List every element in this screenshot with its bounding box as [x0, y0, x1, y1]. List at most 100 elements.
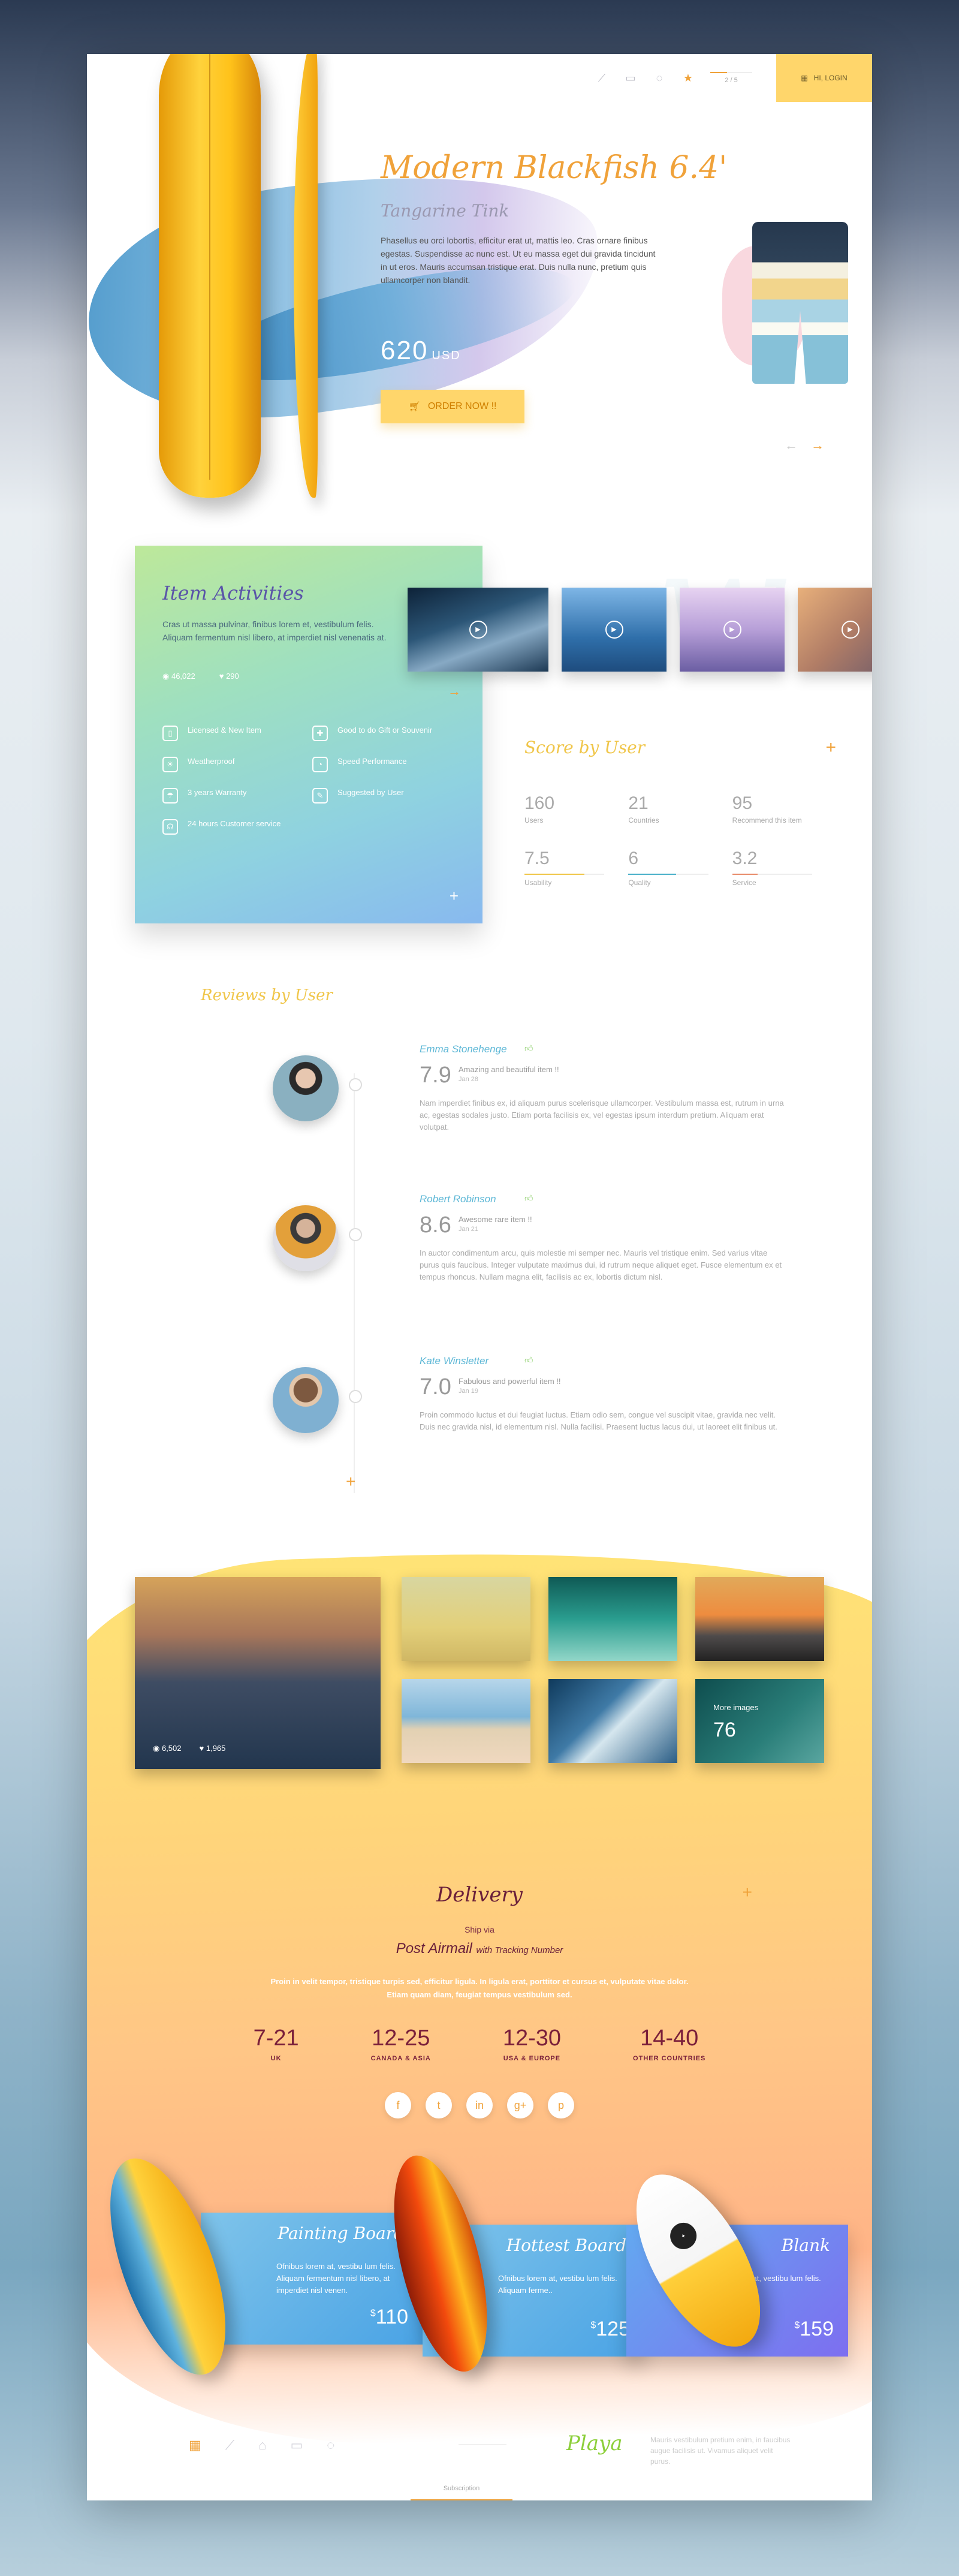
price-value: 620 — [381, 336, 429, 365]
feature-item: ◔ Speed Performance — [312, 757, 450, 772]
chart-icon[interactable]: ⟋ — [595, 71, 608, 85]
product-card-painting-board[interactable]: Painting Board Ofnibus lorem at, vestibu… — [201, 2213, 423, 2345]
google-plus-icon[interactable]: g+ — [507, 2092, 533, 2118]
activities-stats: ◉ 46,022 ♥ 290 — [162, 672, 239, 681]
score-stat: 160 Users — [524, 793, 628, 824]
product-price: $159 — [794, 2318, 834, 2340]
gallery-image[interactable] — [402, 1577, 530, 1661]
feature-item: ✚ Good to do Gift or Souvenir — [312, 726, 450, 741]
footer: ▦ ⟋ ⌂ ▭ ◌ Playa Mauris vestibulum pretiu… — [87, 2411, 872, 2500]
shipping-method-suffix: with Tracking Number — [476, 1945, 563, 1955]
shop-icon[interactable]: ⌂ — [258, 2437, 266, 2453]
timeline-dot — [349, 1228, 362, 1241]
delivery-text: Proin in velit tempor, tristique turpis … — [270, 1977, 689, 1999]
score-rating: 7.5 Usability — [524, 848, 628, 887]
pinterest-icon[interactable]: p — [548, 2092, 574, 2118]
review-timeline — [354, 1073, 355, 1493]
reviewer-name[interactable]: Robert Robinson — [420, 1193, 496, 1205]
gallery-stats: ◉ 6,502 ♥ 1,965 — [153, 1744, 225, 1753]
star-icon[interactable]: ★ — [681, 71, 695, 85]
reviewer-name[interactable]: Emma Stonehenge — [420, 1043, 507, 1055]
product-title: Modern Blackfish 6.4' — [381, 150, 728, 186]
next-arrow-icon[interactable]: → — [811, 438, 824, 453]
reviewer-name[interactable]: Kate Winsletter — [420, 1355, 488, 1367]
product-name: Painting Board — [278, 2223, 405, 2243]
rating-bar — [628, 874, 708, 875]
video-thumbnail[interactable]: ▶ — [798, 588, 872, 672]
gallery-likes: ♥ 1,965 — [200, 1744, 226, 1753]
score-plus-icon[interactable]: + — [825, 738, 836, 758]
gallery-image[interactable] — [402, 1679, 530, 1763]
activities-arrow-icon[interactable]: → — [448, 684, 461, 699]
avatar[interactable] — [273, 1055, 339, 1121]
social-links: f t in g+ p — [87, 2092, 872, 2118]
likes-count: 290 — [226, 672, 239, 681]
gallery-image[interactable] — [695, 1577, 824, 1661]
gallery-image[interactable] — [548, 1679, 677, 1763]
avatar[interactable] — [273, 1367, 339, 1433]
top-bar: ⟋ ▭ ◌ ★ 2 / 5 ▦ HI, LOGIN — [595, 54, 872, 102]
prev-arrow-icon[interactable]: ← — [785, 438, 798, 453]
pager-label: 2 / 5 — [725, 77, 738, 84]
feature-label: Weatherproof — [188, 757, 235, 766]
activities-plus-icon[interactable]: + — [450, 887, 459, 905]
delivery-plus-icon[interactable]: + — [743, 1883, 752, 1902]
reviews-plus-icon[interactable]: + — [346, 1472, 355, 1491]
thumbs-up-icon[interactable]: 👍︎ — [524, 1043, 533, 1054]
rating-label: Quality — [628, 878, 651, 887]
pin-icon: ✎ — [312, 788, 328, 804]
video-thumbnail[interactable]: ▶ — [408, 588, 548, 672]
thumbs-up-icon[interactable]: 👍︎ — [524, 1193, 533, 1203]
stat-value: 160 — [524, 793, 555, 813]
gallery-likes-count: 1,965 — [206, 1744, 226, 1753]
linkedin-icon[interactable]: in — [466, 2092, 493, 2118]
grid-icon[interactable]: ▦ — [189, 2437, 201, 2453]
rate-days: 7-21 — [253, 2026, 299, 2051]
chat-icon[interactable]: ◌ — [653, 71, 666, 85]
facebook-icon[interactable]: f — [385, 2092, 411, 2118]
avatar[interactable] — [273, 1205, 339, 1271]
chat-icon[interactable]: ◌ — [327, 2437, 334, 2453]
login-button[interactable]: ▦ HI, LOGIN — [776, 54, 872, 102]
review-text: Nam imperdiet finibus ex, id aliquam pur… — [420, 1099, 784, 1131]
shipping-method-name: Post Airmail — [396, 1940, 472, 1957]
twitter-icon[interactable]: t — [426, 2092, 452, 2118]
product-price-value: 125 — [596, 2318, 630, 2340]
video-thumbnail[interactable]: ▶ — [562, 588, 667, 672]
layers-icon[interactable]: ▭ — [624, 71, 637, 85]
subscription-button[interactable]: Subscription — [411, 2476, 512, 2500]
footer-logo[interactable]: Playa — [566, 2431, 623, 2455]
product-price: $110 — [370, 2306, 408, 2328]
play-icon: ▶ — [841, 621, 860, 639]
product-text: Ofnibus lorem at, vestibu lum felis. Ali… — [498, 2274, 617, 2295]
order-now-button[interactable]: 🛒︎ ORDER NOW !! — [381, 390, 524, 423]
gallery-image[interactable] — [548, 1577, 677, 1661]
activities-text: Cras ut massa pulvinar, finibus lorem et… — [162, 619, 387, 642]
thumbs-up-icon[interactable]: 👍︎ — [524, 1355, 533, 1365]
feature-item: ☂ 3 years Warranty — [162, 788, 300, 804]
score-title: Score by User — [524, 738, 646, 757]
reviews-title: Reviews by User — [201, 986, 333, 1004]
stat-label: Recommend this item — [732, 816, 802, 824]
video-thumbnail[interactable]: ▶ — [680, 588, 785, 672]
page: ⟋ ▭ ◌ ★ 2 / 5 ▦ HI, LOGIN Modern Blackfi… — [87, 54, 872, 2500]
footer-icons: ▦ ⟋ ⌂ ▭ ◌ — [189, 2437, 334, 2453]
delivery-rate: 14-40 OTHER COUNTRIES — [633, 2026, 705, 2062]
footer-divider — [459, 2444, 506, 2445]
rating-value: 3.2 — [732, 848, 758, 868]
more-images-tile[interactable]: More images 76 — [695, 1679, 824, 1763]
rate-days: 12-30 — [502, 2026, 562, 2051]
product-price-value: 159 — [800, 2318, 834, 2340]
product-description: Phasellus eu orci lobortis, efficitur er… — [381, 236, 656, 285]
cart-icon: 🛒︎ — [408, 402, 421, 412]
truck-icon[interactable]: ▭ — [291, 2437, 303, 2453]
gallery-featured-image[interactable]: ◉ 6,502 ♥ 1,965 — [135, 1577, 381, 1769]
chart-icon[interactable]: ⟋ — [225, 2437, 234, 2453]
login-label: HI, LOGIN — [813, 74, 848, 82]
rating-label: Service — [732, 878, 756, 887]
delivery-section: Delivery + Ship via Post Airmail with Tr… — [87, 1883, 872, 2118]
product-subtitle: Tangarine Tink — [381, 201, 509, 221]
rate-region: USA & EUROPE — [503, 2055, 561, 2062]
photo-gallery: ◉ 6,502 ♥ 1,965 More images 76 — [135, 1577, 824, 1775]
delivery-title: Delivery — [436, 1883, 523, 1907]
